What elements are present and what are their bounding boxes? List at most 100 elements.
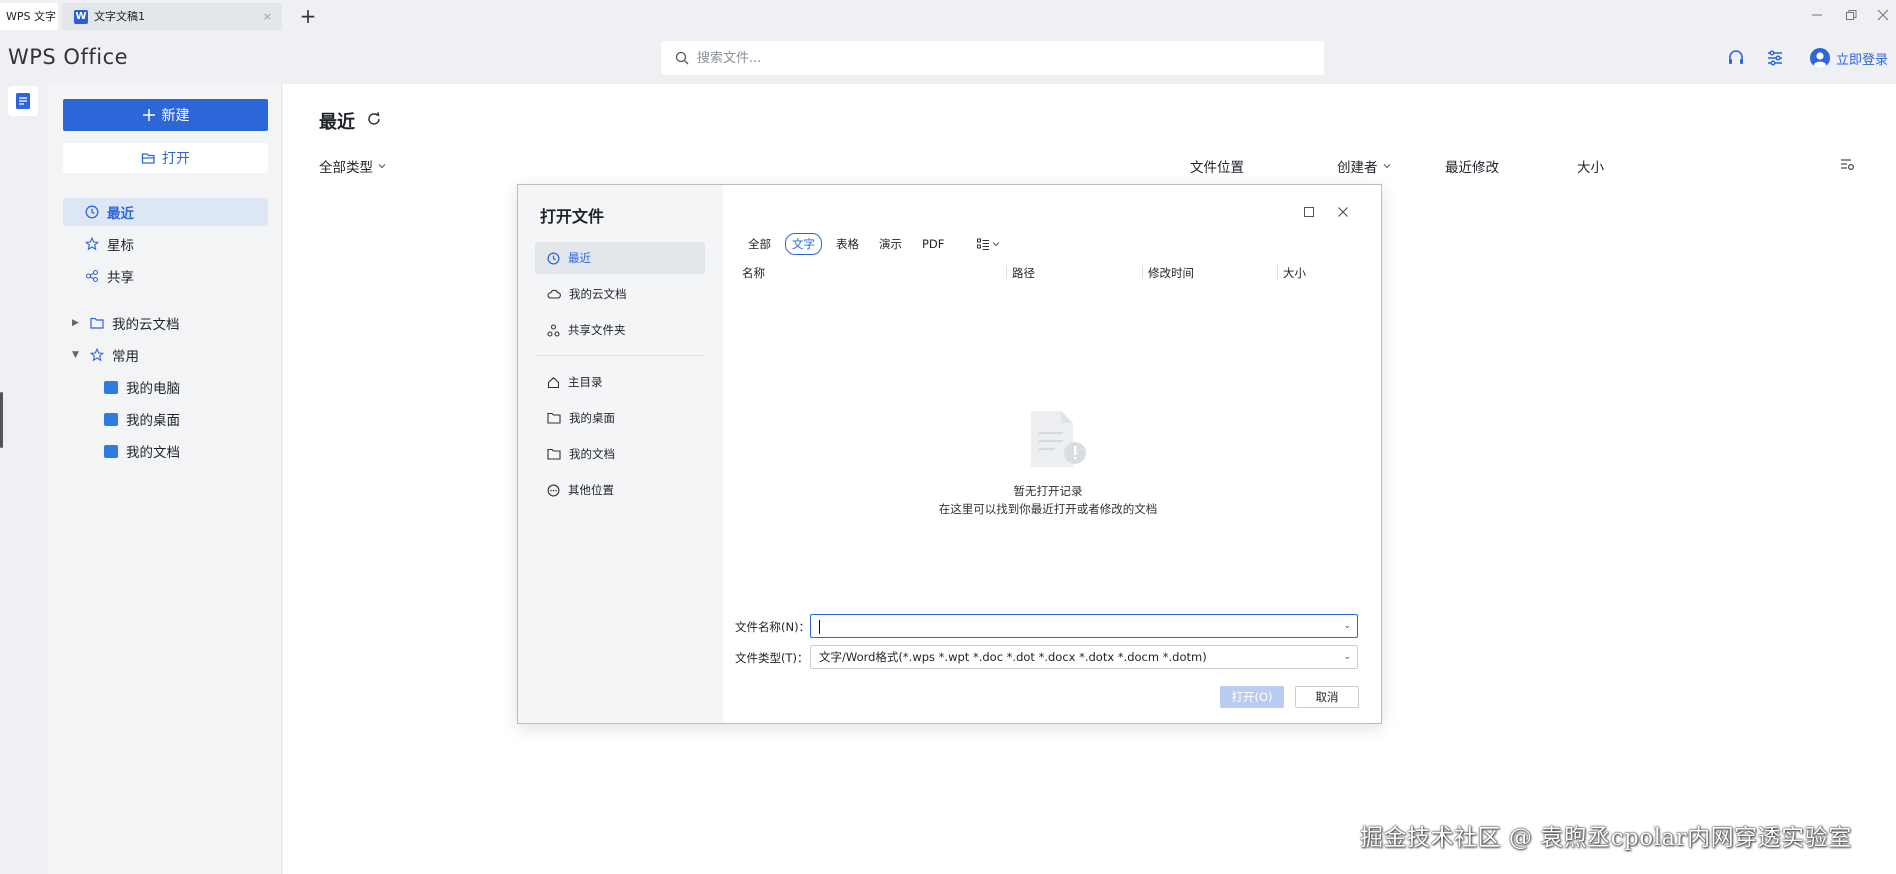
text-cursor [819,619,820,634]
tab-document[interactable]: W 文字文稿1 × [62,3,282,30]
dialog-nav-shared-folder[interactable]: 共享文件夹 [535,314,705,346]
new-tab-button[interactable]: + [296,4,320,28]
column-modified[interactable]: 最近修改 [1445,156,1499,176]
home-icon [547,376,560,389]
empty-state-description: 在这里可以找到你最近打开或者修改的文档 [938,502,1158,516]
column-creator[interactable]: 创建者 [1337,156,1392,176]
sidebar-item-label: 星标 [107,238,134,254]
file-type-filters: 全部 文字 表格 演示 PDF [742,233,1000,255]
filetype-label: 文件类型(T)： [735,651,809,665]
column-divider [1142,265,1143,279]
dialog-nav-label: 最近 [568,251,591,265]
sidebar-item-my-desktop[interactable]: 我的桌面 [104,406,180,432]
rail-drag-handle[interactable] [0,392,3,448]
dialog-nav-cloud-docs[interactable]: 我的云文档 [535,278,705,310]
column-modified-time[interactable]: 修改时间 [1148,265,1194,281]
chevron-down-icon[interactable]: ⌄ [1343,615,1351,637]
column-file-size[interactable]: 大小 [1283,265,1306,281]
column-path[interactable]: 路径 [1012,265,1035,281]
search-box[interactable] [661,41,1324,75]
computer-folder-icon [104,380,118,394]
tab-document-label: 文字文稿1 [94,10,145,23]
more-circle-icon [547,484,560,497]
dialog-nav-label: 我的云文档 [569,287,627,301]
tree-item-label: 我的云文档 [112,317,180,333]
filter-text[interactable]: 文字 [785,233,822,255]
column-size[interactable]: 大小 [1577,156,1604,176]
dialog-nav-other-locations[interactable]: 其他位置 [535,474,705,506]
close-tab-icon[interactable]: × [263,3,272,30]
folder-icon [90,317,104,329]
close-window-icon[interactable] [1874,6,1892,24]
open-confirm-button[interactable]: 打开(O) [1220,686,1284,708]
cancel-button[interactable]: 取消 [1295,686,1359,708]
filetype-value: 文字/Word格式(*.wps *.wpt *.doc *.dot *.docx… [819,650,1207,664]
dialog-nav-divider [535,355,705,356]
close-dialog-icon[interactable] [1336,205,1350,219]
dialog-nav-label: 我的文档 [569,447,615,461]
sidebar-item-recent[interactable]: 最近 [63,198,268,226]
sidebar-item-starred[interactable]: 星标 [63,230,268,258]
sidebar-item-label: 共享 [107,270,134,286]
sidebar-item-label: 最近 [107,206,134,222]
maximize-icon[interactable] [1302,205,1316,219]
clock-icon [85,205,99,219]
settings-sliders-icon[interactable] [1765,48,1785,68]
empty-state-title: 暂无打开记录 [1013,484,1083,498]
sidebar-item-my-documents[interactable]: 我的文档 [104,438,180,464]
login-label: 立即登录 [1836,52,1889,68]
minimize-icon[interactable] [1808,6,1826,24]
sidebar-item-cloud-docs[interactable]: ▶ 我的云文档 [72,310,180,336]
filename-input[interactable]: ⌄ [810,614,1358,638]
tree-item-label: 我的电脑 [126,381,180,397]
dialog-title: 打开文件 [540,207,605,226]
filter-all[interactable]: 全部 [742,234,777,254]
filetype-select[interactable]: 文字/Word格式(*.wps *.wpt *.doc *.dot *.docx… [810,645,1358,669]
sidebar-item-common[interactable]: ▼ 常用 [72,342,139,368]
dialog-nav-documents[interactable]: 我的文档 [535,438,705,470]
dialog-nav-home[interactable]: 主目录 [535,366,705,398]
chevron-down-icon[interactable]: ⌄ [1343,646,1351,668]
column-location[interactable]: 文件位置 [1190,156,1244,176]
filter-all-types-label: 全部类型 [319,160,373,176]
caret-down-icon[interactable]: ▼ [72,350,82,360]
login-button[interactable]: 立即登录 [1810,46,1888,70]
pin-icon [90,348,104,362]
sidebar-item-shared[interactable]: 共享 [63,262,268,290]
clock-icon [547,251,560,265]
refresh-icon[interactable] [366,111,382,127]
search-icon [675,51,689,65]
filter-presentation[interactable]: 演示 [873,234,908,254]
avatar-icon [1810,48,1830,68]
title-bar: WPS 文字 W 文字文稿1 × + [0,0,1896,32]
dialog-nav-desktop[interactable]: 我的桌面 [535,402,705,434]
dialog-nav-label: 主目录 [568,375,603,389]
filter-sheet[interactable]: 表格 [830,234,865,254]
open-file-dialog: 打开文件 最近 我的云文档 共享文件夹 主目录 我的桌面 我的文档 其他位置 全… [517,184,1382,724]
headset-icon[interactable] [1726,48,1746,68]
documents-rail-button[interactable] [8,86,38,116]
new-button[interactable]: 新建 [63,99,268,131]
desktop-folder-icon [104,412,118,426]
sidebar: 新建 打开 最近 星标 共享 ▶ 我的云文档 ▼ 常用 我的电脑 我的桌面 我的… [48,84,282,874]
open-button[interactable]: 打开 [63,143,268,173]
filter-all-types-dropdown[interactable]: 全部类型 [319,156,387,176]
sidebar-item-my-computer[interactable]: 我的电脑 [104,374,180,400]
column-name[interactable]: 名称 [742,265,765,281]
list-settings-icon[interactable] [1839,156,1855,172]
view-mode-icon[interactable] [976,237,1000,251]
caret-right-icon[interactable]: ▶ [72,318,82,328]
left-rail [0,84,48,874]
filter-pdf[interactable]: PDF [916,235,950,253]
restore-icon[interactable] [1842,6,1860,24]
dialog-nav-label: 其他位置 [568,483,614,497]
word-doc-icon: W [74,10,88,24]
new-button-label: 新建 [161,108,190,124]
tab-wps-home[interactable]: WPS 文字 [0,3,58,30]
folder-icon [547,448,561,460]
plus-icon [142,108,156,122]
dialog-nav-recent[interactable]: 最近 [535,242,705,274]
chevron-down-icon [1382,161,1392,171]
tree-item-label: 我的桌面 [126,413,180,429]
search-input[interactable] [697,41,1297,75]
